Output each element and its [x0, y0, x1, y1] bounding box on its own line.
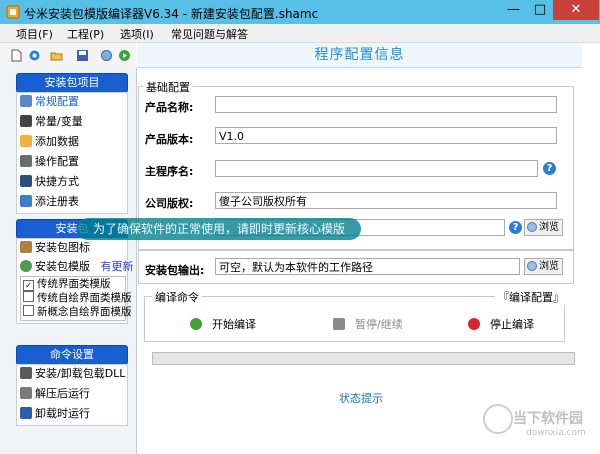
main-program-label: 主程序名: [145, 165, 194, 178]
help-icon[interactable]: ? [509, 221, 522, 234]
product-name-input[interactable] [215, 96, 557, 113]
maximize-button[interactable]: □ [527, 0, 553, 20]
sidebar-item-label: 安装包图标 [35, 241, 90, 254]
pause-icon [333, 318, 345, 330]
sidebar-item-label: 添注册表 [35, 195, 79, 208]
stop-icon [468, 318, 480, 330]
help-icon[interactable]: ? [543, 162, 556, 175]
copyright-input[interactable]: 傻子公司版权所有 [215, 192, 557, 209]
basic-config-legend: 基础配置 [143, 79, 193, 95]
template-option-classic[interactable]: ✓ 传统界面类模版 [23, 277, 111, 291]
template-icon [20, 260, 32, 272]
update-tooltip: 为了确保软件的正常使用，请即时更新核心模版 [77, 218, 361, 240]
package-icon [20, 241, 32, 253]
open-dropdown-icon[interactable] [50, 49, 63, 62]
page-title: 程序配置信息 [137, 43, 582, 68]
watermark-logo [483, 404, 513, 434]
sidebar-item-label: 常量/变量 [35, 115, 83, 128]
watermark-brand: 当下软件园 [513, 411, 583, 427]
sidebar-item-label: 卸载时运行 [35, 407, 90, 420]
template-option-new-concept[interactable]: 新概念自绘界面模版 [23, 305, 132, 319]
browse-icon [527, 261, 537, 271]
sidebar-item-label: 快捷方式 [35, 175, 79, 188]
run-after-extract-icon [20, 387, 32, 399]
output-label: 安装包输出: [145, 264, 205, 277]
output-path-input[interactable]: 可空，默认为本软件的工作路径 [215, 258, 520, 275]
window-title: 兮米安装包模版编译器V6.34 - 新建安装包配置.shamc [24, 7, 319, 21]
sidebar-item-dll[interactable]: 安装/卸载包载DLL [20, 365, 125, 383]
pause-compile-label: 暂停/继续 [355, 318, 403, 331]
shortcut-icon [20, 175, 32, 187]
sidebar-item-constants[interactable]: 常量/变量 [20, 113, 83, 131]
save-icon[interactable] [76, 49, 89, 62]
browse-label: 浏览 [539, 222, 559, 233]
product-name-label: 产品名称: [145, 101, 194, 114]
product-version-input[interactable]: V1.0 [215, 127, 557, 144]
new-icon[interactable] [10, 49, 23, 62]
add-data-icon [20, 135, 32, 147]
main-program-input[interactable] [215, 160, 538, 177]
template-option-classic-drawn[interactable]: 传统自绘界面类模版 [23, 291, 132, 305]
browse-button[interactable]: 浏览 [524, 258, 563, 275]
dll-icon [20, 367, 32, 379]
build-icon[interactable] [100, 49, 113, 62]
sidebar-item-registry[interactable]: 添注册表 [20, 193, 79, 211]
product-version-label: 产品版本: [145, 133, 194, 146]
stop-compile-label: 停止编译 [490, 318, 534, 331]
browse-label: 浏览 [539, 261, 559, 272]
sidebar-item-label: 常规配置 [35, 95, 79, 108]
status-label: 状态提示 [339, 392, 383, 405]
play-icon [190, 318, 202, 330]
menu-engineering[interactable]: 工程(P) [67, 26, 104, 42]
checkbox[interactable]: ✓ [23, 280, 34, 291]
sidebar-item-general[interactable]: 常规配置 [20, 93, 79, 111]
sidebar-item-label: 添加数据 [35, 135, 79, 148]
open-icon[interactable] [28, 49, 41, 62]
compile-legend: 编译命令 [152, 289, 202, 305]
browse-button[interactable]: 浏览 [524, 219, 563, 236]
close-button[interactable]: ✕ [553, 0, 599, 20]
update-link[interactable]: 有更新 [101, 260, 134, 273]
app-icon [6, 5, 20, 19]
browse-icon [527, 222, 537, 232]
sidebar-item-label: 安装/卸载包载DLL [35, 367, 126, 380]
sidebar-item-label: 安装包模版 [35, 260, 90, 273]
template-option-label: 传统界面类模版 [37, 278, 111, 290]
stop-compile-button[interactable]: 停止编译 [468, 316, 534, 332]
menu-project[interactable]: 项目(F) [16, 26, 53, 42]
sidebar-item-run-after-extract[interactable]: 解压后运行 [20, 385, 90, 403]
template-option-label: 传统自绘界面类模版 [37, 292, 132, 304]
sidebar-item-label: 操作配置 [35, 155, 79, 168]
sidebar-item-label: 解压后运行 [35, 387, 90, 400]
checkbox[interactable] [23, 291, 34, 302]
sidebar-item-shortcuts[interactable]: 快捷方式 [20, 173, 79, 191]
start-compile-button[interactable]: 开始编译 [190, 316, 256, 332]
run-on-uninstall-icon [20, 407, 32, 419]
minimize-button[interactable]: — [500, 0, 527, 20]
menu-options[interactable]: 选项(I) [120, 26, 154, 42]
general-icon [20, 95, 32, 107]
constants-icon [20, 115, 32, 127]
sidebar-item-package-template[interactable]: 安装包模版 有更新 [20, 258, 134, 276]
progress-bar [152, 352, 575, 365]
sidebar-item-package-icon[interactable]: 安装包图标 [20, 239, 90, 257]
sidebar-item-run-on-uninstall[interactable]: 卸载时运行 [20, 405, 90, 423]
pause-compile-button[interactable]: 暂停/继续 [333, 316, 403, 332]
command-section-header[interactable]: 命令设置 [16, 345, 128, 365]
sidebar-item-operations[interactable]: 操作配置 [20, 153, 79, 171]
menu-faq[interactable]: 常见问题与解答 [171, 26, 248, 42]
sidebar-item-add-data[interactable]: 添加数据 [20, 133, 79, 151]
template-option-label: 新概念自绘界面模版 [37, 306, 132, 318]
checkbox[interactable] [23, 305, 34, 316]
compile-config-button[interactable]: 『编译配置』 [495, 289, 567, 305]
run-icon[interactable] [118, 49, 131, 62]
project-section-header[interactable]: 安装包项目 [16, 73, 128, 93]
watermark-url: downxia.com [526, 428, 586, 438]
start-compile-label: 开始编译 [212, 318, 256, 331]
operations-icon [20, 155, 32, 167]
registry-icon [20, 195, 32, 207]
copyright-label: 公司版权: [145, 197, 194, 210]
